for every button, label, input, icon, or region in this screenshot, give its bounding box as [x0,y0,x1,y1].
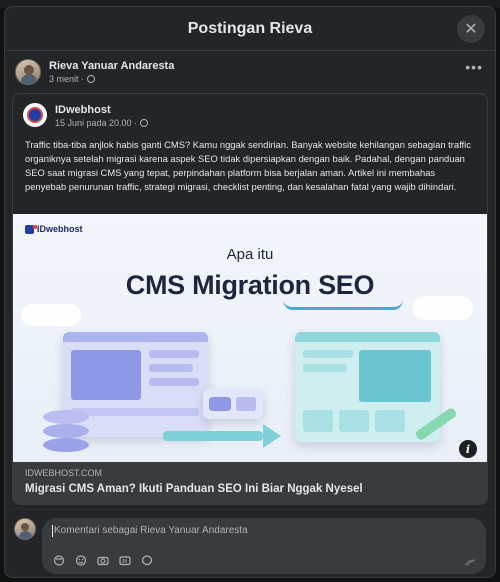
post-meta: Rieva Yanuar Andaresta 3 menit · [49,59,174,84]
more-horizontal-icon: ••• [465,59,483,75]
card-placeholder [303,410,333,432]
shared-post-header: IDwebhost 15 Juni pada 20.00 · [13,94,487,136]
commenter-avatar[interactable] [14,518,36,540]
text-line [303,350,353,358]
image-subtitle: Apa itu [226,246,274,263]
brand-logo-icon [27,107,43,123]
shared-time-text[interactable]: 15 Juni pada 20.00 · [55,118,137,128]
send-icon[interactable] [464,554,476,567]
shared-post-meta: IDwebhost 15 Juni pada 20.00 · [55,103,149,128]
shared-author-name[interactable]: IDwebhost [55,103,148,117]
image-title: CMS Migration SEO [125,270,375,300]
post-dialog: Postingan Rieva ✕ Rieva Yanuar Andaresta… [5,7,495,577]
author-avatar[interactable] [15,59,41,85]
text-line [149,364,193,372]
cloud-illustration [413,296,473,320]
shared-timestamp: 15 Juni pada 20.00 · [55,118,149,128]
window-bar [63,332,208,342]
gif-icon[interactable] [118,555,131,566]
shared-post-text: Traffic tiba-tiba anjlok habis ganti CMS… [25,139,471,192]
image-placeholder [71,350,141,400]
comment-input[interactable]: Komentari sebagai Rieva Yanuar Andaresta [52,525,476,537]
comment-composer: Komentari sebagai Rieva Yanuar Andaresta [5,509,495,577]
card-placeholder [375,410,405,432]
camera-icon[interactable] [96,555,109,566]
image-brand-text: IDwebhost [37,224,83,234]
card-placeholder [339,410,369,432]
new-cms-illustration [295,332,440,442]
post-header: Rieva Yanuar Andaresta 3 menit · ••• [5,51,495,93]
image-placeholder [236,397,256,411]
text-line [149,378,199,386]
emoji-icon[interactable] [74,555,87,566]
comment-box[interactable]: Komentari sebagai Rieva Yanuar Andaresta [42,518,486,574]
dialog-header: Postingan Rieva ✕ [5,7,495,51]
image-placeholder [209,397,231,411]
post-time-text[interactable]: 3 menit · [49,74,84,84]
text-line [303,364,347,372]
post-author-name[interactable]: Rieva Yanuar Andaresta [49,59,174,73]
idwebhost-logo-icon [25,224,37,234]
cloud-illustration [21,304,81,326]
dialog-title: Postingan Rieva [187,19,313,37]
link-preview-image[interactable]: IDwebhost Apa itu CMS Migration SEO i [13,214,487,462]
image-brand-logo: IDwebhost [25,224,83,234]
database-illustration [43,410,89,458]
link-title[interactable]: Migrasi CMS Aman? Ikuti Panduan SEO Ini … [25,482,475,497]
window-bar [295,332,440,342]
link-preview-footer[interactable]: IDWEBHOST.COM Migrasi CMS Aman? Ikuti Pa… [13,462,487,504]
post-timestamp: 3 menit · [49,74,174,84]
page-avatar[interactable] [23,103,47,127]
close-button[interactable]: ✕ [457,15,485,43]
close-icon: ✕ [464,21,478,38]
title-underline-swoosh [283,300,403,310]
more-options-button[interactable]: ••• [465,60,483,74]
migration-arrow [163,431,263,441]
globe-icon [87,75,96,83]
globe-icon [140,118,149,127]
arrow-head [263,424,281,448]
image-placeholder [359,350,431,402]
shared-post-card: IDwebhost 15 Juni pada 20.00 · Traffic t… [12,93,488,505]
comment-tools [52,555,153,566]
transfer-window [203,389,263,419]
text-line [149,350,199,358]
avatar-sticker-icon[interactable] [52,555,65,566]
text-line [71,408,199,416]
info-icon[interactable]: i [459,440,477,458]
link-domain: IDWEBHOST.COM [25,468,103,478]
sticker-icon[interactable] [140,555,153,566]
